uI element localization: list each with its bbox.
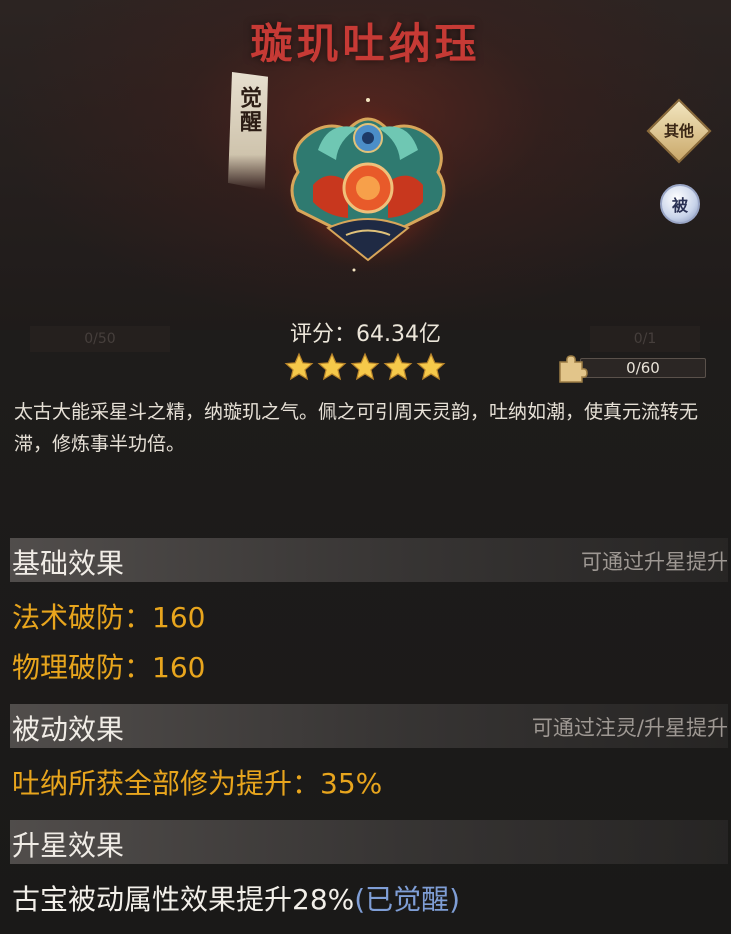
star-effect-header: 升星效果 xyxy=(10,820,728,864)
item-title: 璇玑吐纳珏 xyxy=(250,19,481,68)
score-label: 评分：64.34亿 xyxy=(290,322,441,347)
base-effect-header: 基础效果 可通过升星提升 xyxy=(10,538,728,582)
passive-effect-header: 被动效果 可通过注灵/升星提升 xyxy=(10,704,728,748)
base-effect-hint: 可通过升星提升 xyxy=(581,550,728,574)
star-icon xyxy=(383,352,413,381)
star-icon xyxy=(284,352,314,381)
awaken-tag-label: 觉醒 xyxy=(236,86,261,134)
fragment-progress[interactable]: 0/60 xyxy=(556,352,708,383)
star-effect-title: 升星效果 xyxy=(12,829,125,862)
passive-effect-hint: 可通过注灵/升星提升 xyxy=(531,716,728,740)
fragment-progress-label: 0/60 xyxy=(626,359,660,377)
star-icon xyxy=(350,352,380,381)
passive-button[interactable]: 被 xyxy=(660,184,700,224)
base-effect-line: 物理破防：160 xyxy=(12,651,206,684)
awakened-status: (已觉醒) xyxy=(354,883,461,916)
passive-effect-title: 被动效果 xyxy=(12,713,125,746)
star-effect-text: 古宝被动属性效果提升28% xyxy=(12,883,355,916)
star-icon xyxy=(416,352,446,381)
awaken-tag: 觉醒 xyxy=(228,72,268,190)
base-effect-line: 法术破防：160 xyxy=(12,601,206,634)
star-rating xyxy=(284,352,450,384)
star-effect-line: 古宝被动属性效果提升28%(已觉醒) xyxy=(12,878,460,918)
star-icon xyxy=(317,352,347,381)
ornate-jade-pendant-icon xyxy=(273,95,463,275)
base-effect-title: 基础效果 xyxy=(12,547,125,580)
other-button-label: 其他 xyxy=(663,121,695,140)
item-description: 太古大能采星斗之精，纳璇玑之气。佩之可引周天灵韵，吐纳如潮，使真元流转无滞，修炼… xyxy=(14,401,699,455)
puzzle-piece-icon xyxy=(559,355,588,383)
passive-effect-line: 吐纳所获全部修为提升：35% xyxy=(12,767,383,800)
